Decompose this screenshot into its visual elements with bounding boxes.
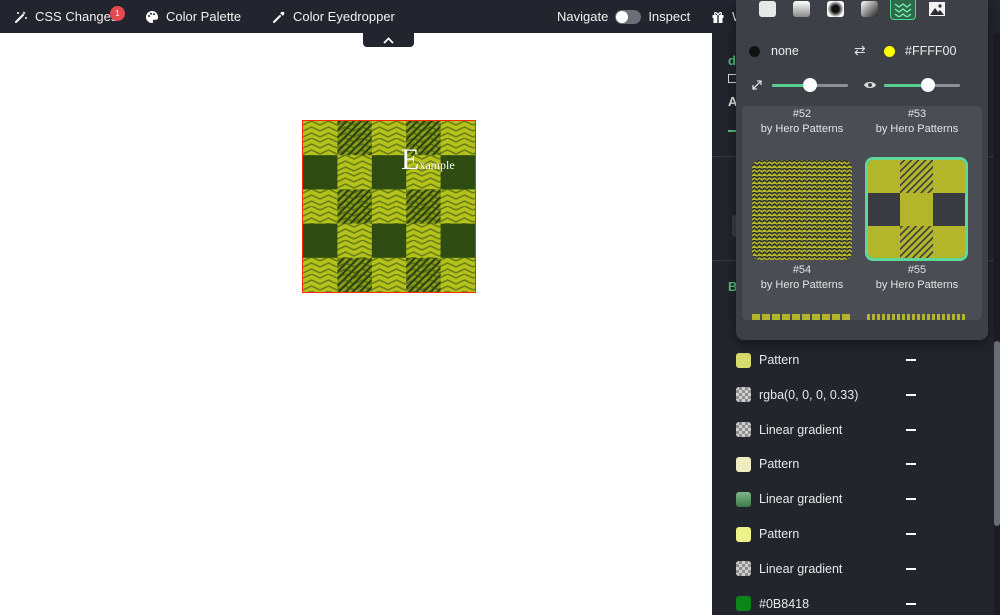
inspect-label: Inspect <box>648 9 691 24</box>
collapse-toolbar-button[interactable] <box>363 33 414 47</box>
navigate-inspect-switch: Navigate Inspect <box>557 0 690 33</box>
fill-type-bar <box>754 0 956 20</box>
linear-gradient-icon <box>792 1 810 17</box>
swap-colors-icon[interactable]: ⇄ <box>854 42 866 59</box>
type-conic-gradient-button[interactable] <box>856 0 882 20</box>
layer-label: Pattern <box>759 527 800 541</box>
layer-swatch[interactable] <box>736 387 751 403</box>
image-icon <box>928 1 946 20</box>
type-pattern-button[interactable] <box>890 0 916 20</box>
css-changes-label: CSS Changes <box>35 9 118 24</box>
layer-row[interactable]: Pattern <box>736 454 976 474</box>
layer-swatch[interactable] <box>736 491 751 507</box>
color-eyedropper-button[interactable]: Color Eyedropper <box>272 0 395 33</box>
layer-swatch[interactable] <box>736 526 751 542</box>
color-a-label[interactable]: none <box>771 44 799 58</box>
layer-row[interactable]: Linear gradient <box>736 420 976 440</box>
type-radial-gradient-button[interactable] <box>822 0 848 20</box>
layer-label: Pattern <box>759 457 800 472</box>
layer-swatch[interactable] <box>736 456 751 472</box>
pattern-caption-52: #52 by Hero Patterns <box>760 108 844 135</box>
changes-count-badge: 1 <box>110 6 125 21</box>
color-eyedropper-label: Color Eyedropper <box>293 9 395 24</box>
color-palette-button[interactable]: Color Palette <box>145 0 241 33</box>
scale-slider-knob[interactable] <box>803 78 817 92</box>
color-palette-label: Color Palette <box>166 9 242 24</box>
pattern-tile-54[interactable] <box>752 160 852 260</box>
layer-label: Linear gradient <box>759 492 843 507</box>
panel-heading-letter: d <box>728 53 736 68</box>
layer-swatch[interactable] <box>736 596 751 612</box>
pattern-gallery: #52 by Hero Patterns #53 by Hero Pattern… <box>742 106 982 320</box>
layer-label: rgba(0, 0, 0, 0.33) <box>759 387 859 402</box>
type-linear-gradient-button[interactable] <box>788 0 814 20</box>
remove-layer-icon[interactable] <box>906 602 916 605</box>
color-b-swatch[interactable] <box>884 46 895 57</box>
pattern-tile-55[interactable] <box>865 157 968 261</box>
remove-layer-icon[interactable] <box>906 359 916 361</box>
layer-label: Linear gradient <box>759 561 843 576</box>
radial-gradient-icon <box>826 1 844 17</box>
mode-toggle[interactable] <box>615 9 642 24</box>
layer-row[interactable]: Pattern <box>736 524 976 544</box>
chevron-up-icon <box>383 31 394 49</box>
layer-swatch[interactable] <box>736 352 751 368</box>
remove-layer-icon[interactable] <box>906 393 916 396</box>
layer-row[interactable]: Linear gradient <box>736 559 976 579</box>
navigate-label: Navigate <box>557 9 609 24</box>
remove-layer-icon[interactable] <box>906 567 916 570</box>
pattern-tile-next-left[interactable] <box>752 314 852 320</box>
opacity-slider-knob[interactable] <box>921 78 935 92</box>
type-image-button[interactable] <box>924 0 950 20</box>
type-solid-button[interactable] <box>754 0 780 20</box>
remove-layer-icon[interactable] <box>906 428 916 431</box>
gift-icon <box>711 10 725 24</box>
palette-icon <box>145 10 159 24</box>
layer-row[interactable]: rgba(0, 0, 0, 0.33) <box>736 385 976 405</box>
pattern-tile-next-right[interactable] <box>867 314 967 320</box>
magic-wand-icon <box>14 10 28 24</box>
example-text: Example <box>401 143 455 176</box>
pattern-caption-53: #53 by Hero Patterns <box>875 108 959 135</box>
wave-pattern-icon <box>894 1 912 20</box>
layer-label: #0B8418 <box>759 596 810 611</box>
layer-swatch[interactable] <box>736 561 751 577</box>
pattern-caption-55: #55 by Hero Patterns <box>875 264 959 291</box>
pattern-caption-54: #54 by Hero Patterns <box>760 264 844 291</box>
layer-row[interactable]: Linear gradient <box>736 489 976 509</box>
color-b-label[interactable]: #FFFF00 <box>905 44 956 58</box>
solid-fill-icon <box>758 1 776 17</box>
remove-layer-icon[interactable] <box>906 498 916 501</box>
layer-row[interactable]: Pattern <box>736 350 976 370</box>
layer-label: Linear gradient <box>759 422 843 437</box>
pattern-54-art <box>752 160 852 260</box>
conic-gradient-icon <box>860 1 878 17</box>
preview-element[interactable]: Example <box>302 120 476 293</box>
remove-layer-icon[interactable] <box>906 463 916 466</box>
resize-icon <box>751 79 763 94</box>
panel-scrollbar-thumb[interactable] <box>994 341 1000 526</box>
color-a-swatch[interactable] <box>749 46 760 57</box>
css-changes-button[interactable]: CSS Changes <box>14 0 117 33</box>
layer-row[interactable]: #0B8418 <box>736 594 976 614</box>
pattern-55-art <box>868 160 965 258</box>
pattern-picker-popup: none ⇄ #FFFF00 #52 by Hero Patterns #53 … <box>736 0 988 340</box>
eyedropper-icon <box>272 10 286 24</box>
panel-scrollbar[interactable] <box>994 33 1000 615</box>
eye-icon <box>863 79 877 94</box>
layer-label: Pattern <box>759 353 800 367</box>
remove-layer-icon[interactable] <box>906 533 916 535</box>
layer-swatch[interactable] <box>736 422 751 438</box>
